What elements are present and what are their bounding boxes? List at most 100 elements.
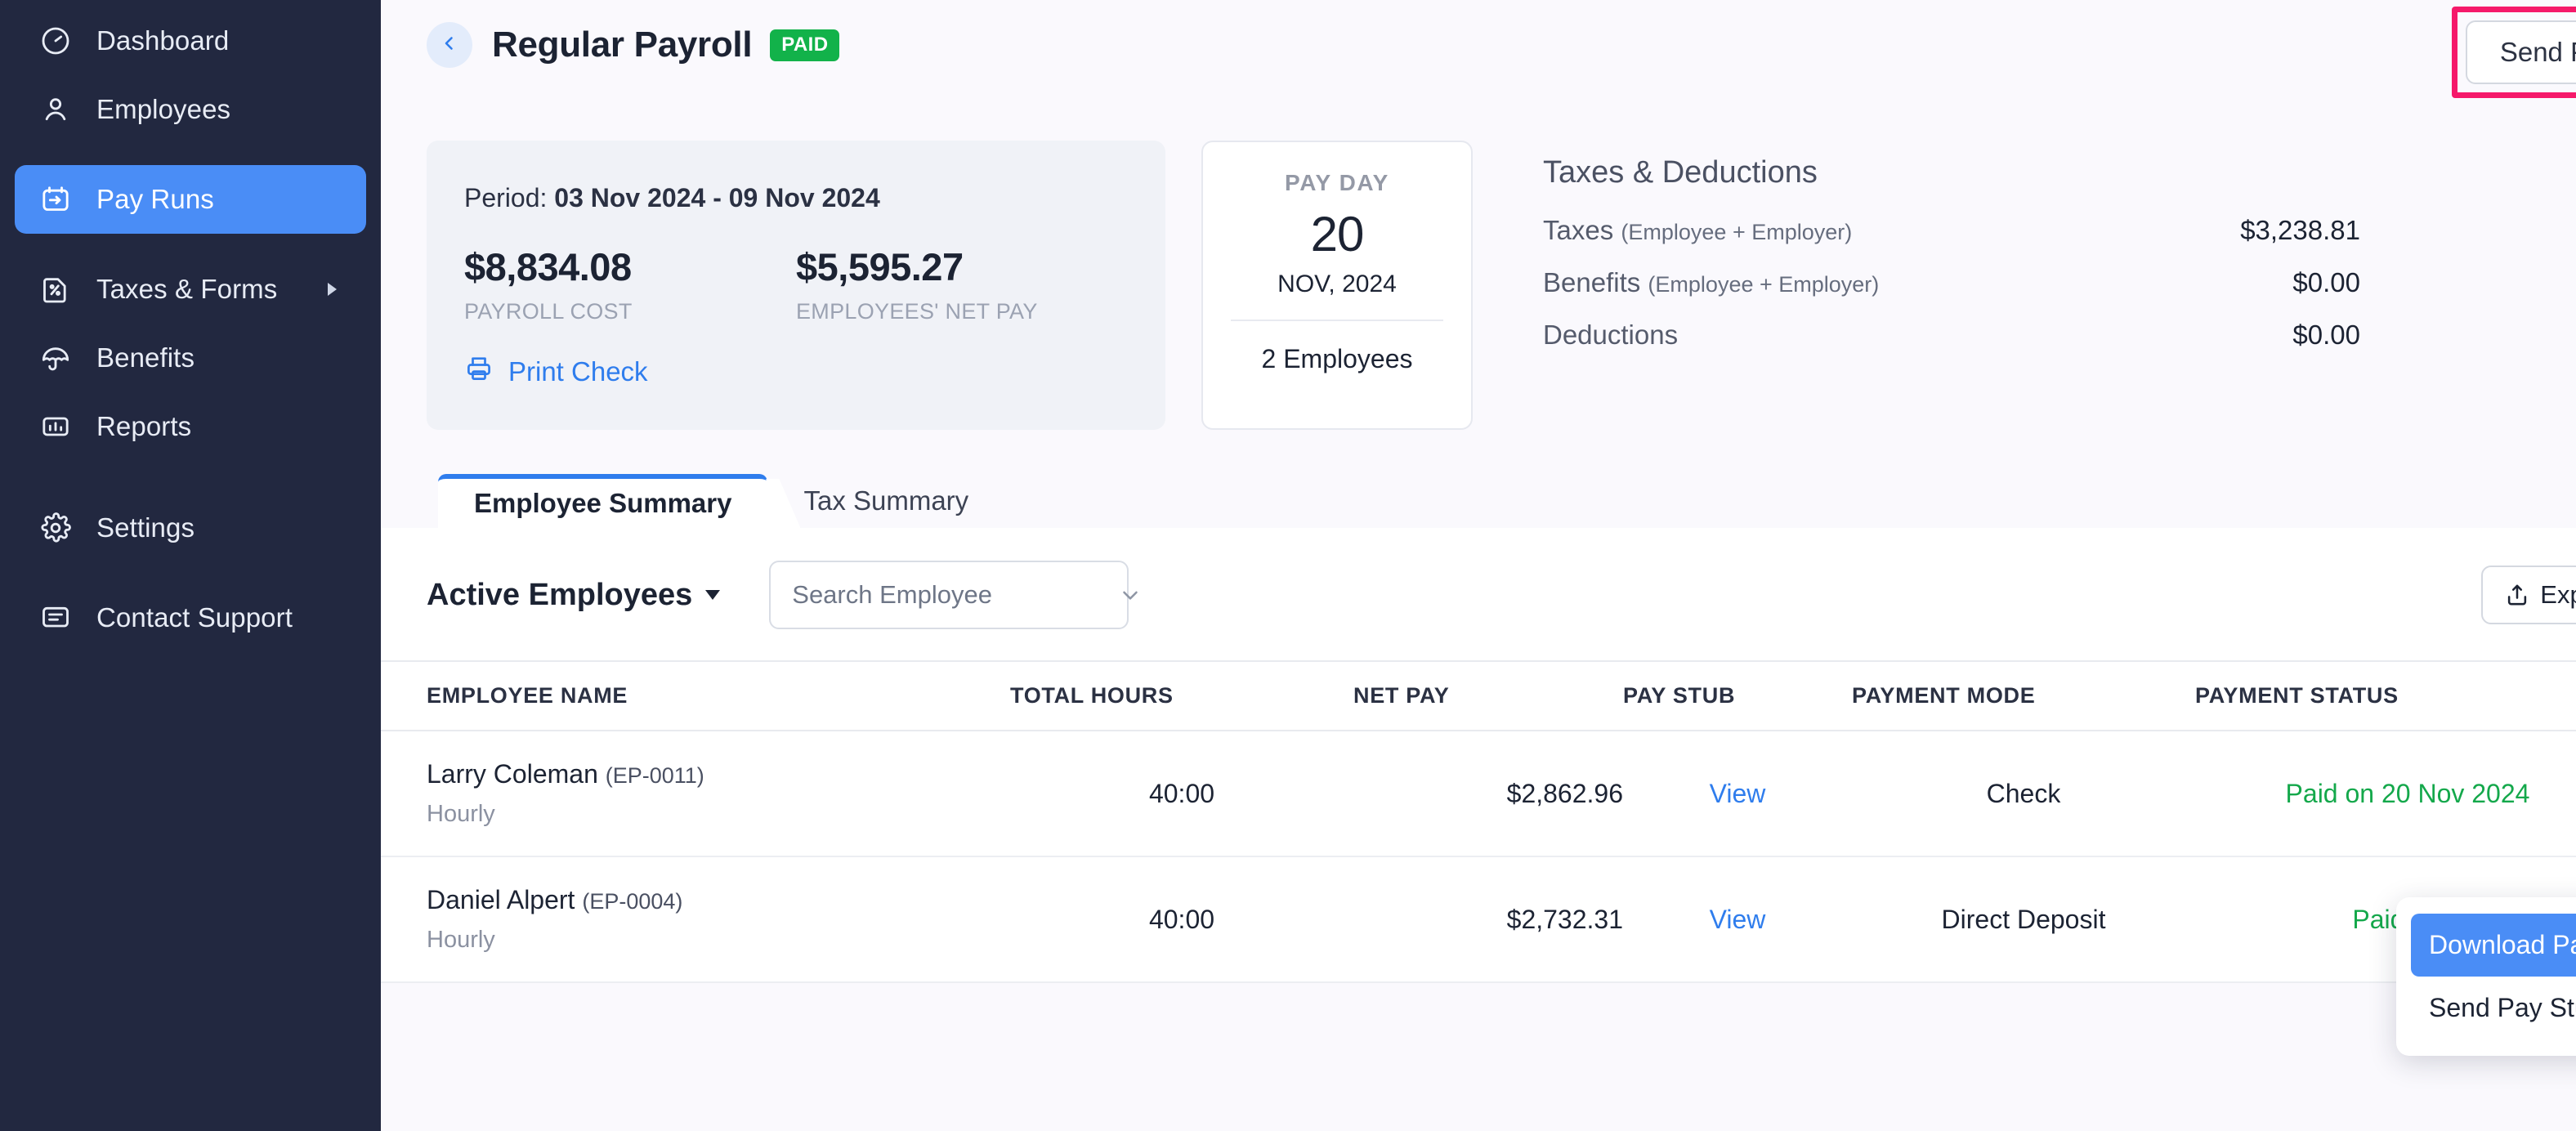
sidebar-item-contact-support[interactable]: Contact Support: [15, 583, 366, 652]
print-check-link[interactable]: Print Check: [464, 354, 1128, 390]
net-pay-value: $5,595.27: [796, 244, 1128, 289]
app-root: Dashboard Employees Pay Runs: [0, 0, 2576, 1131]
sidebar-item-pay-runs[interactable]: Pay Runs: [15, 165, 366, 234]
sidebar-spacer: [0, 562, 381, 583]
sidebar-item-label: Benefits: [96, 342, 195, 373]
chevron-down-icon: [1118, 583, 1143, 607]
sidebar-item-reports[interactable]: Reports: [15, 392, 366, 461]
sidebar-item-label: Dashboard: [96, 25, 229, 56]
employee-id: (EP-0004): [582, 889, 682, 914]
table-row[interactable]: Larry Coleman (EP-0011) Hourly 40:00 $2,…: [381, 731, 2576, 856]
tab-tax-summary[interactable]: Tax Summary: [767, 474, 1004, 528]
payment-status-text: Paid on 20 Nov 2024: [2286, 779, 2530, 808]
payroll-cost-block: $8,834.08 PAYROLL COST: [464, 244, 796, 324]
table-head: EMPLOYEE NAME TOTAL HOURS NET PAY PAY ST…: [381, 661, 2576, 731]
export-data-button[interactable]: Export Data: [2481, 566, 2576, 624]
status-badge: PAID: [770, 29, 839, 61]
sidebar-spacer: [0, 144, 381, 165]
cell-pay-stub: View: [1623, 731, 1852, 856]
cell-net-pay: $2,732.31: [1353, 856, 1623, 982]
net-pay-label: EMPLOYEES' NET PAY: [796, 299, 1128, 324]
tab-employee-summary[interactable]: Employee Summary: [438, 474, 767, 528]
sidebar: Dashboard Employees Pay Runs: [0, 0, 381, 1131]
employee-pay-type: Hourly: [427, 801, 1010, 828]
view-pay-stub-link[interactable]: View: [1710, 779, 1766, 808]
sidebar-item-employees[interactable]: Employees: [15, 75, 366, 144]
tax-row-label: Deductions: [1543, 320, 2180, 351]
cell-employee-name: Daniel Alpert (EP-0004) Hourly: [381, 856, 1010, 982]
period-prefix: Period:: [464, 183, 547, 212]
chat-icon: [38, 600, 74, 636]
print-check-label: Print Check: [508, 356, 648, 387]
search-input[interactable]: [792, 580, 1118, 610]
payday-day: 20: [1219, 206, 1455, 262]
back-button[interactable]: [427, 22, 472, 68]
sidebar-item-label: Contact Support: [96, 602, 293, 633]
chevron-down-icon: [705, 590, 720, 600]
main-content: Regular Payroll PAID Send Pay Stub Perio…: [381, 0, 2576, 1131]
sidebar-spacer: [0, 461, 381, 494]
tax-row-label: Taxes (Employee + Employer): [1543, 215, 2180, 246]
chevron-left-icon: [440, 34, 459, 57]
menu-item-send-pay-stub[interactable]: Send Pay Stub: [2411, 977, 2576, 1039]
payroll-cost-label: PAYROLL COST: [464, 299, 796, 324]
umbrella-icon: [38, 340, 74, 376]
divider: [1231, 320, 1443, 321]
sidebar-item-label: Settings: [96, 512, 195, 543]
tax-row-value: $0.00: [2180, 267, 2360, 298]
tax-row: Deductions $0.00: [1543, 320, 2360, 351]
period-line: Period: 03 Nov 2024 - 09 Nov 2024: [464, 183, 1128, 213]
gear-icon: [38, 510, 74, 546]
sidebar-item-label: Pay Runs: [96, 184, 214, 215]
period-card: Period: 03 Nov 2024 - 09 Nov 2024 $8,834…: [427, 141, 1165, 430]
cell-total-hours: 40:00: [1010, 731, 1353, 856]
column-header-payment-status: PAYMENT STATUS: [2195, 661, 2576, 731]
bar-chart-icon: [38, 409, 74, 445]
summary-row: Period: 03 Nov 2024 - 09 Nov 2024 $8,834…: [381, 90, 2576, 430]
view-pay-stub-link[interactable]: View: [1710, 905, 1766, 934]
person-icon: [38, 92, 74, 127]
sidebar-item-taxes-and-forms[interactable]: Taxes & Forms: [15, 255, 366, 324]
sidebar-spacer: [0, 234, 381, 255]
gauge-icon: [38, 23, 74, 59]
sidebar-item-settings[interactable]: Settings: [15, 494, 366, 562]
tax-row-sub: (Employee + Employer): [1648, 272, 1879, 297]
cell-net-pay: $2,862.96: [1353, 731, 1623, 856]
cell-payment-mode: Direct Deposit: [1852, 856, 2195, 982]
active-employees-dropdown[interactable]: Active Employees: [427, 578, 720, 613]
table-header-row: EMPLOYEE NAME TOTAL HOURS NET PAY PAY ST…: [381, 661, 2576, 731]
tax-document-icon: [38, 271, 74, 307]
net-pay-block: $5,595.27 EMPLOYEES' NET PAY: [796, 244, 1128, 324]
tax-row-label: Benefits (Employee + Employer): [1543, 267, 2180, 298]
send-pay-stub-button[interactable]: Send Pay Stub: [2466, 20, 2576, 84]
cell-total-hours: 40:00: [1010, 856, 1353, 982]
taxes-deductions-block: Taxes & Deductions Taxes (Employee + Emp…: [1543, 141, 2360, 372]
cell-payment-status: Paid on 20 Nov 2024: [2195, 731, 2576, 856]
sidebar-item-dashboard[interactable]: Dashboard: [15, 7, 366, 75]
payroll-cost-value: $8,834.08: [464, 244, 796, 289]
table-row[interactable]: Daniel Alpert (EP-0004) Hourly 40:00 $2,…: [381, 856, 2576, 982]
payday-month-year: NOV, 2024: [1219, 270, 1455, 298]
export-data-label: Export Data: [2540, 580, 2576, 610]
active-employees-label: Active Employees: [427, 578, 692, 613]
send-pay-stub-highlight: Send Pay Stub: [2452, 7, 2576, 98]
table-body: Larry Coleman (EP-0011) Hourly 40:00 $2,…: [381, 731, 2576, 982]
employee-summary-panel: Active Employees Ex: [381, 528, 2576, 983]
employee-pay-type: Hourly: [427, 927, 1010, 954]
tax-row: Benefits (Employee + Employer) $0.00: [1543, 267, 2360, 298]
cell-payment-mode: Check: [1852, 731, 2195, 856]
pay-run-icon: [38, 181, 74, 217]
employee-name: Larry Coleman: [427, 759, 598, 789]
sidebar-item-label: Employees: [96, 94, 230, 125]
search-employee-box[interactable]: [769, 561, 1129, 629]
period-range: 03 Nov 2024 - 09 Nov 2024: [554, 183, 879, 212]
page-title: Regular Payroll: [492, 25, 752, 65]
employee-name: Daniel Alpert: [427, 885, 575, 914]
page-header: Regular Payroll PAID Send Pay Stub: [381, 0, 2576, 90]
sidebar-item-benefits[interactable]: Benefits: [15, 324, 366, 392]
tax-row-name: Taxes: [1543, 215, 1613, 245]
payday-card: PAY DAY 20 NOV, 2024 2 Employees: [1201, 141, 1473, 430]
column-header-payment-mode: PAYMENT MODE: [1852, 661, 2195, 731]
menu-item-download-pay-stub[interactable]: Download Pay Stub: [2411, 914, 2576, 977]
upload-icon: [2504, 582, 2530, 608]
